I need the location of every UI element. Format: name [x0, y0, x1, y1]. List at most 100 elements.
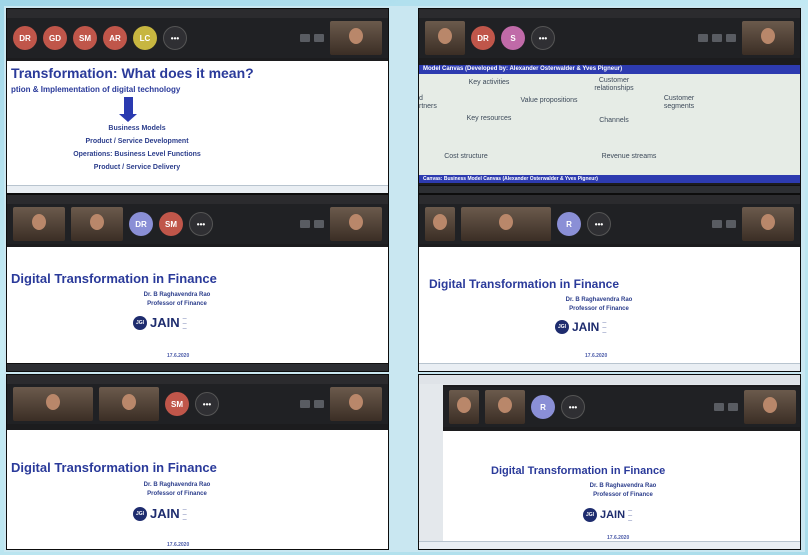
logo-text: JAIN — [150, 506, 180, 521]
participant-video — [744, 390, 796, 424]
participant-avatar[interactable]: S — [501, 26, 525, 50]
list-item: Business Models — [108, 125, 166, 132]
participant-avatar[interactable]: DR — [129, 212, 153, 236]
participant-video — [425, 21, 465, 55]
presenter-role: Professor of Finance — [147, 301, 207, 307]
inner-window: R ••• Digital Transformation in Finance … — [443, 385, 800, 545]
participant-avatar[interactable]: DR — [13, 26, 37, 50]
slide-date: 17.6.2020 — [167, 542, 190, 548]
canvas-cell: Cost structure — [444, 153, 488, 160]
toolbar-icon[interactable] — [726, 34, 736, 42]
toolbar-icon[interactable] — [728, 403, 738, 411]
toolbar-icon[interactable] — [714, 403, 724, 411]
participant-avatar-more[interactable]: ••• — [531, 26, 555, 50]
list-item: Product / Service Development — [85, 138, 189, 145]
canvas-cell: Customer relationships — [594, 77, 634, 92]
slide-title: Digital Transformation in Finance — [491, 465, 666, 477]
participant-avatar-more[interactable]: ••• — [163, 26, 187, 50]
toolbar-icon[interactable] — [300, 34, 310, 42]
participant-avatar[interactable]: R — [531, 395, 555, 419]
window-titlebar — [7, 375, 388, 384]
collage-frame: DR GD SM AR LC ••• Transformation: What … — [4, 6, 805, 552]
participant-video — [99, 387, 159, 421]
participant-video — [330, 207, 382, 241]
logo-tagline: — — — — [628, 507, 633, 522]
participant-avatar[interactable]: LC — [133, 26, 157, 50]
toolbar-icon[interactable] — [712, 220, 722, 228]
participant-avatar[interactable]: R — [557, 212, 581, 236]
participant-avatar[interactable]: GD — [43, 26, 67, 50]
university-logo: JGI JAIN — — — — [555, 319, 606, 334]
shared-slide: Digital Transformation in Finance Dr. B … — [7, 430, 388, 549]
university-logo: JGI JAIN — — — — [133, 315, 187, 330]
presenter-name: Dr. B Raghavendra Rao — [589, 483, 657, 489]
slide-title: Digital Transformation in Finance — [11, 271, 217, 286]
taskbar — [7, 363, 388, 371]
slide-subtitle: ption & Implementation of digital techno… — [11, 85, 181, 94]
canvas-header: Model Canvas (Developed by: Alexander Os… — [419, 65, 800, 74]
participant-video — [13, 387, 93, 421]
taskbar — [419, 185, 800, 193]
toolbar-icon[interactable] — [314, 220, 324, 228]
logo-seal-icon: JGI — [133, 506, 147, 521]
slide-date: 17.6.2020 — [585, 353, 608, 359]
university-logo: JGI JAIN — — — — [583, 507, 632, 522]
logo-text: JAIN — [150, 315, 180, 330]
toolbar-icon[interactable] — [314, 400, 324, 408]
presenter-role: Professor of Finance — [593, 492, 653, 498]
toolbar-icon[interactable] — [300, 220, 310, 228]
canvas-cell: Customer segments — [663, 95, 695, 110]
logo-tagline: — — — — [182, 315, 187, 330]
meeting-window-1: DR GD SM AR LC ••• Transformation: What … — [6, 8, 389, 194]
logo-seal-icon: JGI — [555, 319, 569, 334]
participant-avatar[interactable]: AR — [103, 26, 127, 50]
window-titlebar — [7, 9, 388, 18]
participant-avatar[interactable]: SM — [165, 392, 189, 416]
shared-slide: Digital Transformation in Finance Dr. B … — [7, 247, 388, 365]
participant-avatar[interactable]: SM — [73, 26, 97, 50]
meeting-window-5: SM ••• Digital Transformation in Finance… — [6, 374, 389, 550]
slide-title: Digital Transformation in Finance — [429, 277, 620, 291]
logo-seal-icon: JGI — [133, 315, 147, 330]
participant-avatar-more[interactable]: ••• — [587, 212, 611, 236]
participant-avatar[interactable]: DR — [471, 26, 495, 50]
canvas-footer: Canvas: Business Model Canvas (Alexander… — [419, 175, 800, 183]
participant-video — [485, 390, 525, 424]
slide-date: 17.6.2020 — [167, 353, 190, 359]
canvas-cell: Channels — [599, 117, 629, 124]
participant-avatar-more[interactable]: ••• — [195, 392, 219, 416]
window-titlebar — [419, 375, 800, 384]
window-titlebar — [7, 195, 388, 204]
toolbar-icon[interactable] — [712, 34, 722, 42]
meeting-window-6: R ••• Digital Transformation in Finance … — [418, 374, 801, 550]
participants-bar: SM ••• — [7, 384, 388, 424]
logo-tagline: — — — — [602, 319, 607, 334]
toolbar-icon[interactable] — [300, 400, 310, 408]
taskbar — [7, 185, 388, 193]
meeting-toolbar — [300, 400, 324, 408]
meeting-window-2: DR S ••• Model Canvas (Developed by: Ale… — [418, 8, 801, 194]
shared-slide: Transformation: What does it mean? ption… — [7, 61, 388, 188]
list-item: Operations: Business Level Functions — [73, 151, 201, 158]
presenter-name: Dr. B Raghavendra Rao — [143, 482, 211, 488]
toolbar-icon[interactable] — [726, 220, 736, 228]
participant-video — [13, 207, 65, 241]
canvas-cell: Key activities — [468, 79, 510, 86]
window-titlebar — [419, 9, 800, 18]
participant-video — [71, 207, 123, 241]
participant-video — [330, 21, 382, 55]
participant-avatar-more[interactable]: ••• — [189, 212, 213, 236]
toolbar-icon[interactable] — [698, 34, 708, 42]
logo-text: JAIN — [572, 319, 600, 334]
canvas-cell: d rtners — [419, 95, 437, 110]
meeting-toolbar — [714, 403, 738, 411]
shared-slide: Digital Transformation in Finance Dr. B … — [443, 431, 800, 543]
participant-avatar[interactable]: SM — [159, 212, 183, 236]
toolbar-icon[interactable] — [314, 34, 324, 42]
participant-video — [742, 207, 794, 241]
meeting-toolbar — [712, 220, 736, 228]
university-logo: JGI JAIN — — — — [133, 506, 187, 521]
participant-avatar-more[interactable]: ••• — [561, 395, 585, 419]
presenter-role: Professor of Finance — [569, 306, 629, 312]
participant-video — [425, 207, 455, 241]
